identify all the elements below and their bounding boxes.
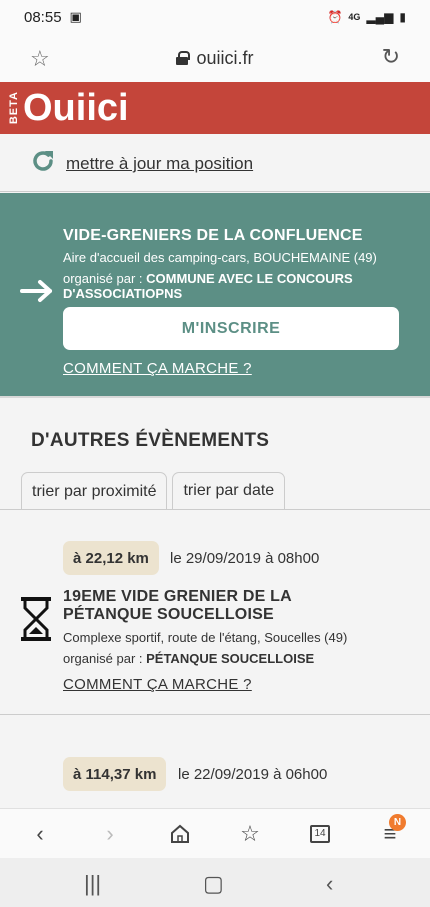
event-organizer: organisé par : PÉTANQUE SOUCELLOISE — [63, 651, 314, 666]
back-icon[interactable]: ‹ — [26, 821, 54, 847]
url-text: ouiici.fr — [196, 47, 254, 68]
tab-sort-date[interactable]: trier par date — [172, 472, 286, 509]
event-title[interactable]: 19EME VIDE GRENIER DE LA PÉTANQUE SOUCEL… — [63, 588, 383, 624]
arrow-right-icon — [20, 280, 52, 302]
organizer-prefix: organisé par : — [63, 271, 147, 286]
update-position-row[interactable]: mettre à jour ma position — [0, 134, 430, 192]
event-place: Complexe sportif, route de l'étang, Souc… — [63, 630, 348, 645]
image-icon: ▣ — [69, 9, 82, 24]
notification-badge: N — [389, 814, 406, 831]
home-button-icon[interactable]: ▢ — [203, 871, 224, 897]
register-button[interactable]: M'INSCRIRE — [63, 307, 399, 350]
system-nav-bar: ||| ▢ ‹ — [0, 858, 430, 907]
how-it-works-link[interactable]: COMMENT ÇA MARCHE ? — [63, 360, 252, 377]
alarm-icon: ⏰ — [327, 10, 343, 24]
signal-icon: ▂▄▆ — [366, 10, 394, 24]
network-label: 4G — [348, 12, 361, 22]
url-bar[interactable]: ☆ ouiici.fr ↻ — [0, 34, 430, 82]
bookmarks-icon[interactable]: ☆ — [236, 821, 264, 847]
tabs-count: 14 — [310, 825, 330, 843]
sort-tabs: trier par proximité trier par date — [21, 472, 286, 510]
hourglass-icon — [21, 597, 51, 641]
distance-badge: à 22,12 km — [63, 541, 159, 575]
home-icon[interactable] — [166, 821, 194, 847]
status-bar: 08:55 ▣ ⏰ 4G ▂▄▆ ▮ — [0, 0, 430, 34]
event-card: à 114,37 km le 22/09/2019 à 06h00 — [0, 716, 430, 808]
battery-icon: ▮ — [399, 10, 406, 24]
event-date: le 22/09/2019 à 06h00 — [178, 766, 328, 783]
bookmark-star-icon[interactable]: ☆ — [30, 46, 50, 72]
tab-sort-proximity[interactable]: trier par proximité — [21, 472, 168, 510]
organizer-name: PÉTANQUE SOUCELLOISE — [146, 651, 315, 666]
distance-badge: à 114,37 km — [63, 757, 167, 791]
update-position-link[interactable]: mettre à jour ma position — [66, 154, 253, 174]
featured-organizer: organisé par : COMMUNE AVEC LE CONCOURS … — [63, 271, 403, 301]
featured-title: VIDE-GRENIERS DE LA CONFLUENCE — [63, 227, 363, 244]
site-header: BETA Ouiici — [0, 82, 430, 134]
tabs-icon[interactable]: 14 — [306, 821, 334, 847]
address-field[interactable]: ouiici.fr — [176, 47, 254, 69]
site-logo[interactable]: Ouiici — [23, 87, 129, 130]
refresh-icon[interactable] — [30, 148, 56, 174]
featured-place: Aire d'accueil des camping-cars, BOUCHEM… — [63, 250, 377, 265]
event-card: à 22,12 km le 29/09/2019 à 08h00 19EME V… — [0, 510, 430, 715]
clock: 08:55 — [24, 8, 62, 26]
browser-toolbar: ‹ › ☆ 14 ≡ N — [0, 808, 430, 858]
recent-apps-icon[interactable]: ||| — [84, 871, 101, 897]
featured-event: VIDE-GRENIERS DE LA CONFLUENCE Aire d'ac… — [0, 193, 430, 398]
status-icons: ⏰ 4G ▂▄▆ ▮ — [327, 10, 406, 24]
lock-icon — [176, 51, 191, 65]
organizer-prefix: organisé par : — [63, 651, 147, 666]
other-events-heading: D'AUTRES ÉVÈNEMENTS — [31, 430, 270, 451]
system-back-icon[interactable]: ‹ — [326, 871, 333, 897]
reload-icon[interactable]: ↻ — [382, 44, 400, 70]
beta-label: BETA — [8, 91, 20, 125]
event-date: le 29/09/2019 à 08h00 — [170, 550, 320, 567]
forward-icon[interactable]: › — [96, 821, 124, 847]
how-it-works-link[interactable]: COMMENT ÇA MARCHE ? — [63, 676, 252, 693]
